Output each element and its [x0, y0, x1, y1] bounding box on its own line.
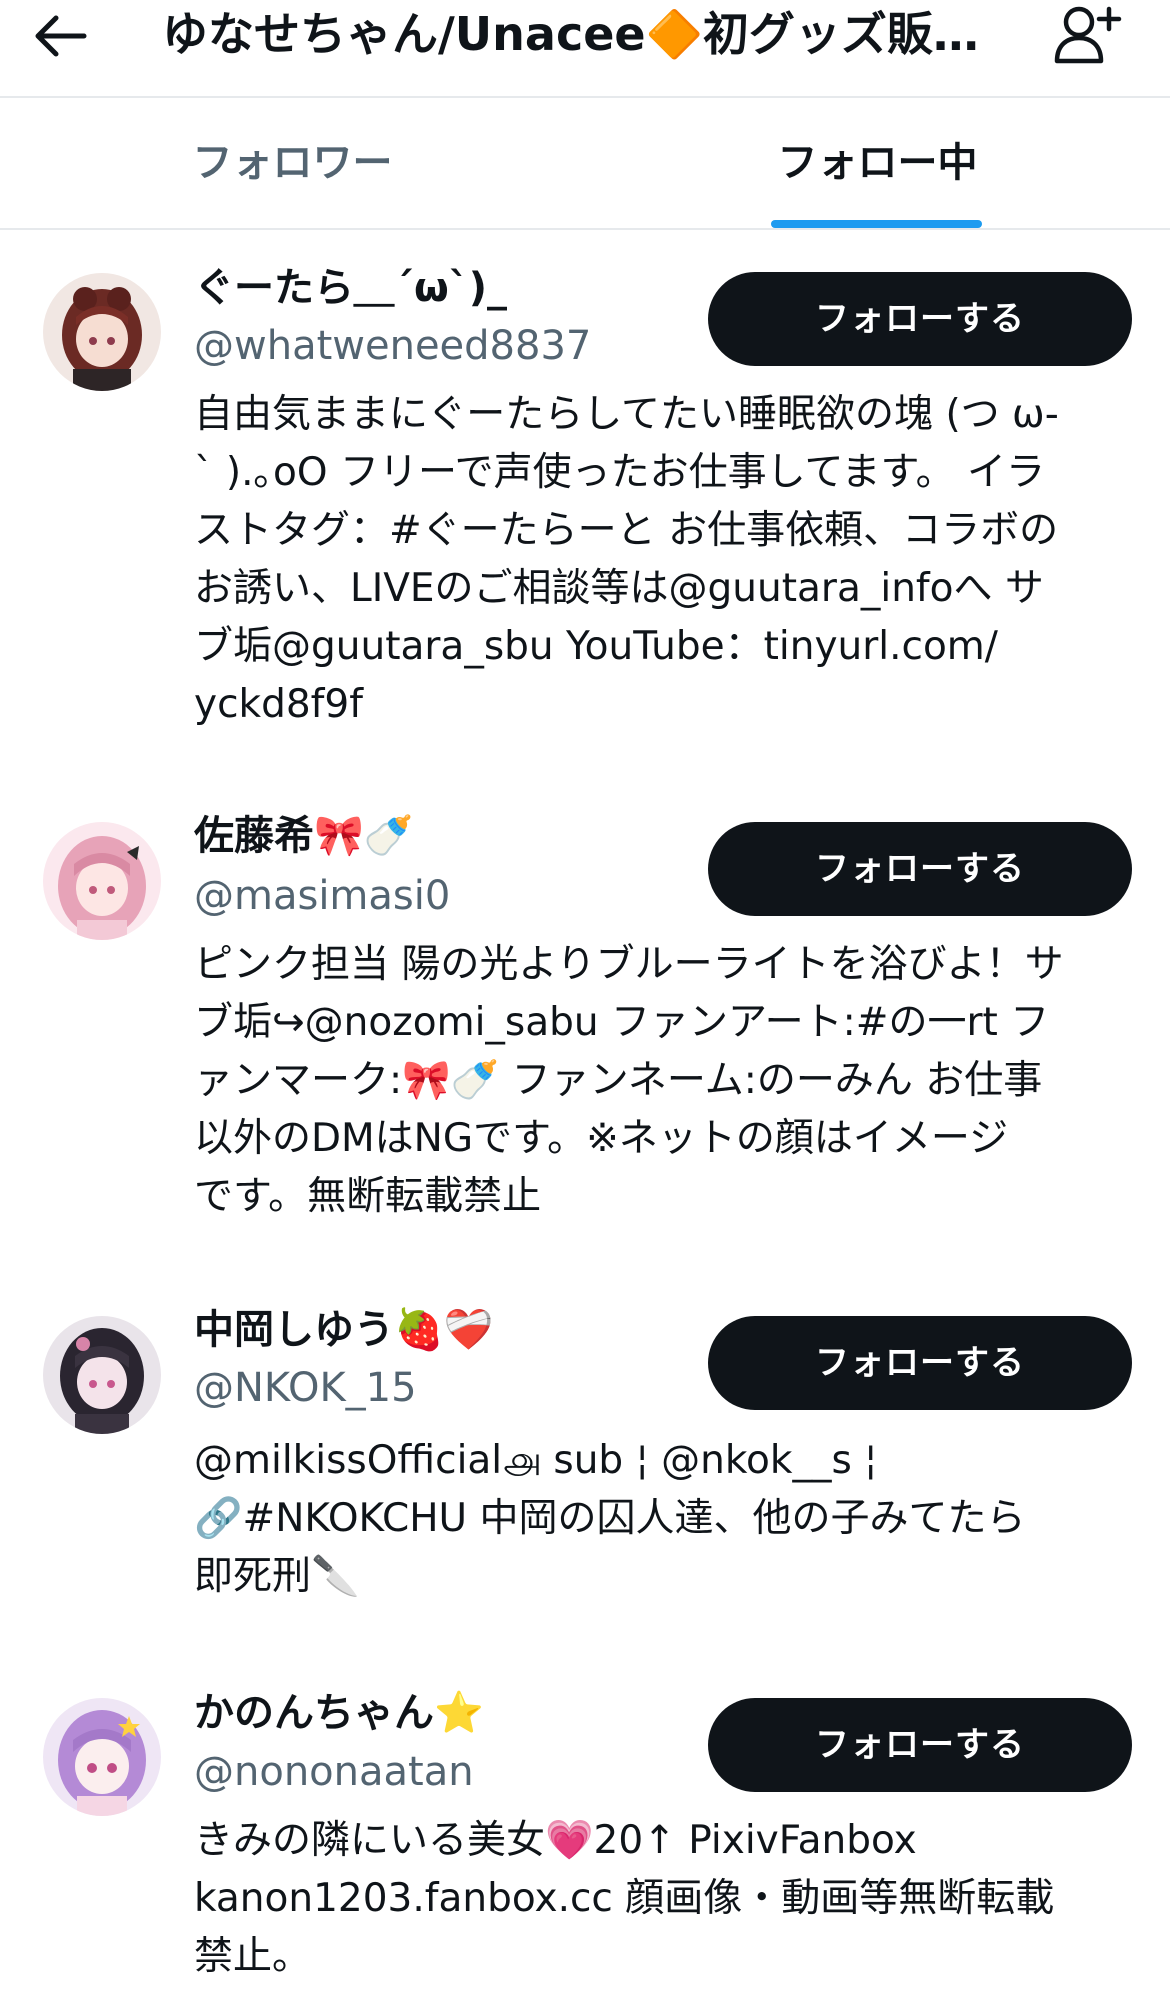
add-user-button[interactable] — [1050, 2, 1126, 68]
avatar[interactable] — [43, 1698, 161, 1816]
profile-title: ゆなせちゃん/Unacee🔶初グッズ販… — [162, 7, 979, 61]
user-handle: @whatweneed8837 — [194, 323, 592, 369]
top-bar: ゆなせちゃん/Unacee🔶初グッズ販… — [0, 0, 1170, 98]
user-display-name: 佐藤希🎀🍼 — [194, 813, 414, 859]
user-bio: @milkissOfficial௮ sub ¦ @nkok__s ¦ 🔗#NKO… — [194, 1438, 1026, 1599]
user-display-name: かのんちゃん⭐ — [194, 1690, 484, 1736]
follow-button[interactable]: フォローする — [708, 822, 1132, 916]
user-handle: @NKOK_15 — [194, 1365, 417, 1411]
user-handle: @nononaatan — [194, 1749, 474, 1795]
user-bio: 自由気ままにぐーたらしてたい睡眠欲の塊 (つ ω- ` ).｡oO フリーで声使… — [194, 392, 1059, 727]
tab-followers[interactable]: フォロワー — [0, 98, 585, 228]
back-arrow-icon — [35, 15, 87, 57]
active-tab-indicator — [771, 220, 982, 228]
follow-button[interactable]: フォローする — [708, 1698, 1132, 1792]
user-display-name: ぐーたら＿´ω`)_ — [194, 265, 508, 311]
follow-tabs: フォロワー フォロー中 — [0, 98, 1170, 230]
avatar[interactable] — [43, 1316, 161, 1434]
follow-button[interactable]: フォローする — [708, 272, 1132, 366]
follow-button[interactable]: フォローする — [708, 1316, 1132, 1410]
avatar[interactable] — [43, 273, 161, 391]
user-bio: ピンク担当 陽の光よりブルーライトを浴びよ！サ ブ垢↪@nozomi_sabu … — [194, 942, 1064, 1219]
user-handle: @masimasi0 — [194, 873, 451, 919]
user-display-name: 中岡しゆう🍓❤️‍🩹 — [194, 1307, 494, 1353]
tab-following[interactable]: フォロー中 — [585, 98, 1170, 228]
avatar[interactable] — [43, 822, 161, 940]
add-user-icon — [1054, 6, 1122, 64]
back-button[interactable] — [28, 4, 92, 68]
user-bio: きみの隣にいる美女💗20↑ PixivFanbox kanon1203.fanb… — [194, 1818, 1055, 1979]
